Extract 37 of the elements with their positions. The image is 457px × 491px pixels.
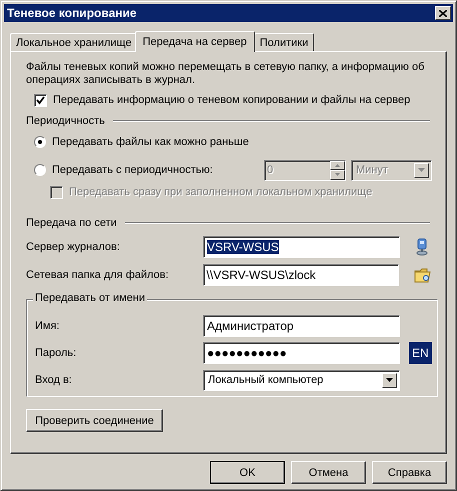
close-icon [439, 10, 447, 16]
dialog-button[interactable]: Справка [372, 461, 447, 484]
group-title: Передавать от имени [33, 292, 147, 304]
dialog-button[interactable]: OK [210, 461, 285, 484]
interval-value: 0 [266, 162, 274, 178]
input-field[interactable]: \\VSRV-WSUS\zlock [202, 264, 400, 286]
test-connection-button[interactable]: Проверить соединение [26, 409, 163, 432]
radio-button[interactable] [34, 136, 46, 148]
input-field[interactable]: Администратор [203, 315, 400, 337]
tab[interactable]: Передача на сервер [134, 31, 255, 52]
unit-value: Минут [355, 164, 389, 176]
computer-icon[interactable] [415, 238, 429, 256]
checkbox-label: Передавать информацию о теневом копировании и файлы на сервер [53, 94, 410, 106]
dialog-button[interactable]: Отмена [291, 461, 366, 484]
field-label: Вход в: [35, 374, 73, 386]
field-label: Имя: [35, 320, 60, 332]
folder-icon[interactable] [414, 268, 432, 282]
tab[interactable]: Политики [254, 33, 314, 51]
radio-button[interactable] [34, 164, 46, 176]
field-label: Сервер журналов: [26, 241, 121, 253]
section-heading: Передача по сети [26, 217, 117, 229]
checkbox-label: Передавать сразу при заполненном локальном хранилище [69, 186, 372, 198]
tab[interactable]: Локальное хранилище [10, 33, 138, 51]
close-button[interactable] [435, 6, 451, 20]
checkbox[interactable] [34, 94, 47, 106]
radio-label: Передавать файлы как можно раньше [52, 136, 249, 148]
window-title: Теневое копирование [7, 6, 137, 20]
description-text: Файлы теневых копий можно перемещать в сетевую папку, а информацию об операциях записывать в журнал. [26, 61, 426, 87]
field-label: Пароль: [35, 347, 78, 359]
radio-label: Передавать с периодичностью: [52, 164, 213, 176]
password-field[interactable]: ●●●●●●●●●●● [203, 342, 400, 364]
dropdown-arrow-icon[interactable] [386, 378, 393, 382]
section-heading: Периодичность [26, 115, 105, 127]
login-dropdown[interactable]: Локальный компьютер [203, 370, 400, 390]
input-field[interactable]: VSRV-WSUS [203, 236, 400, 258]
field-label: Сетевая папка для файлов: [26, 269, 170, 281]
keyboard-layout-indicator: EN [409, 342, 432, 364]
